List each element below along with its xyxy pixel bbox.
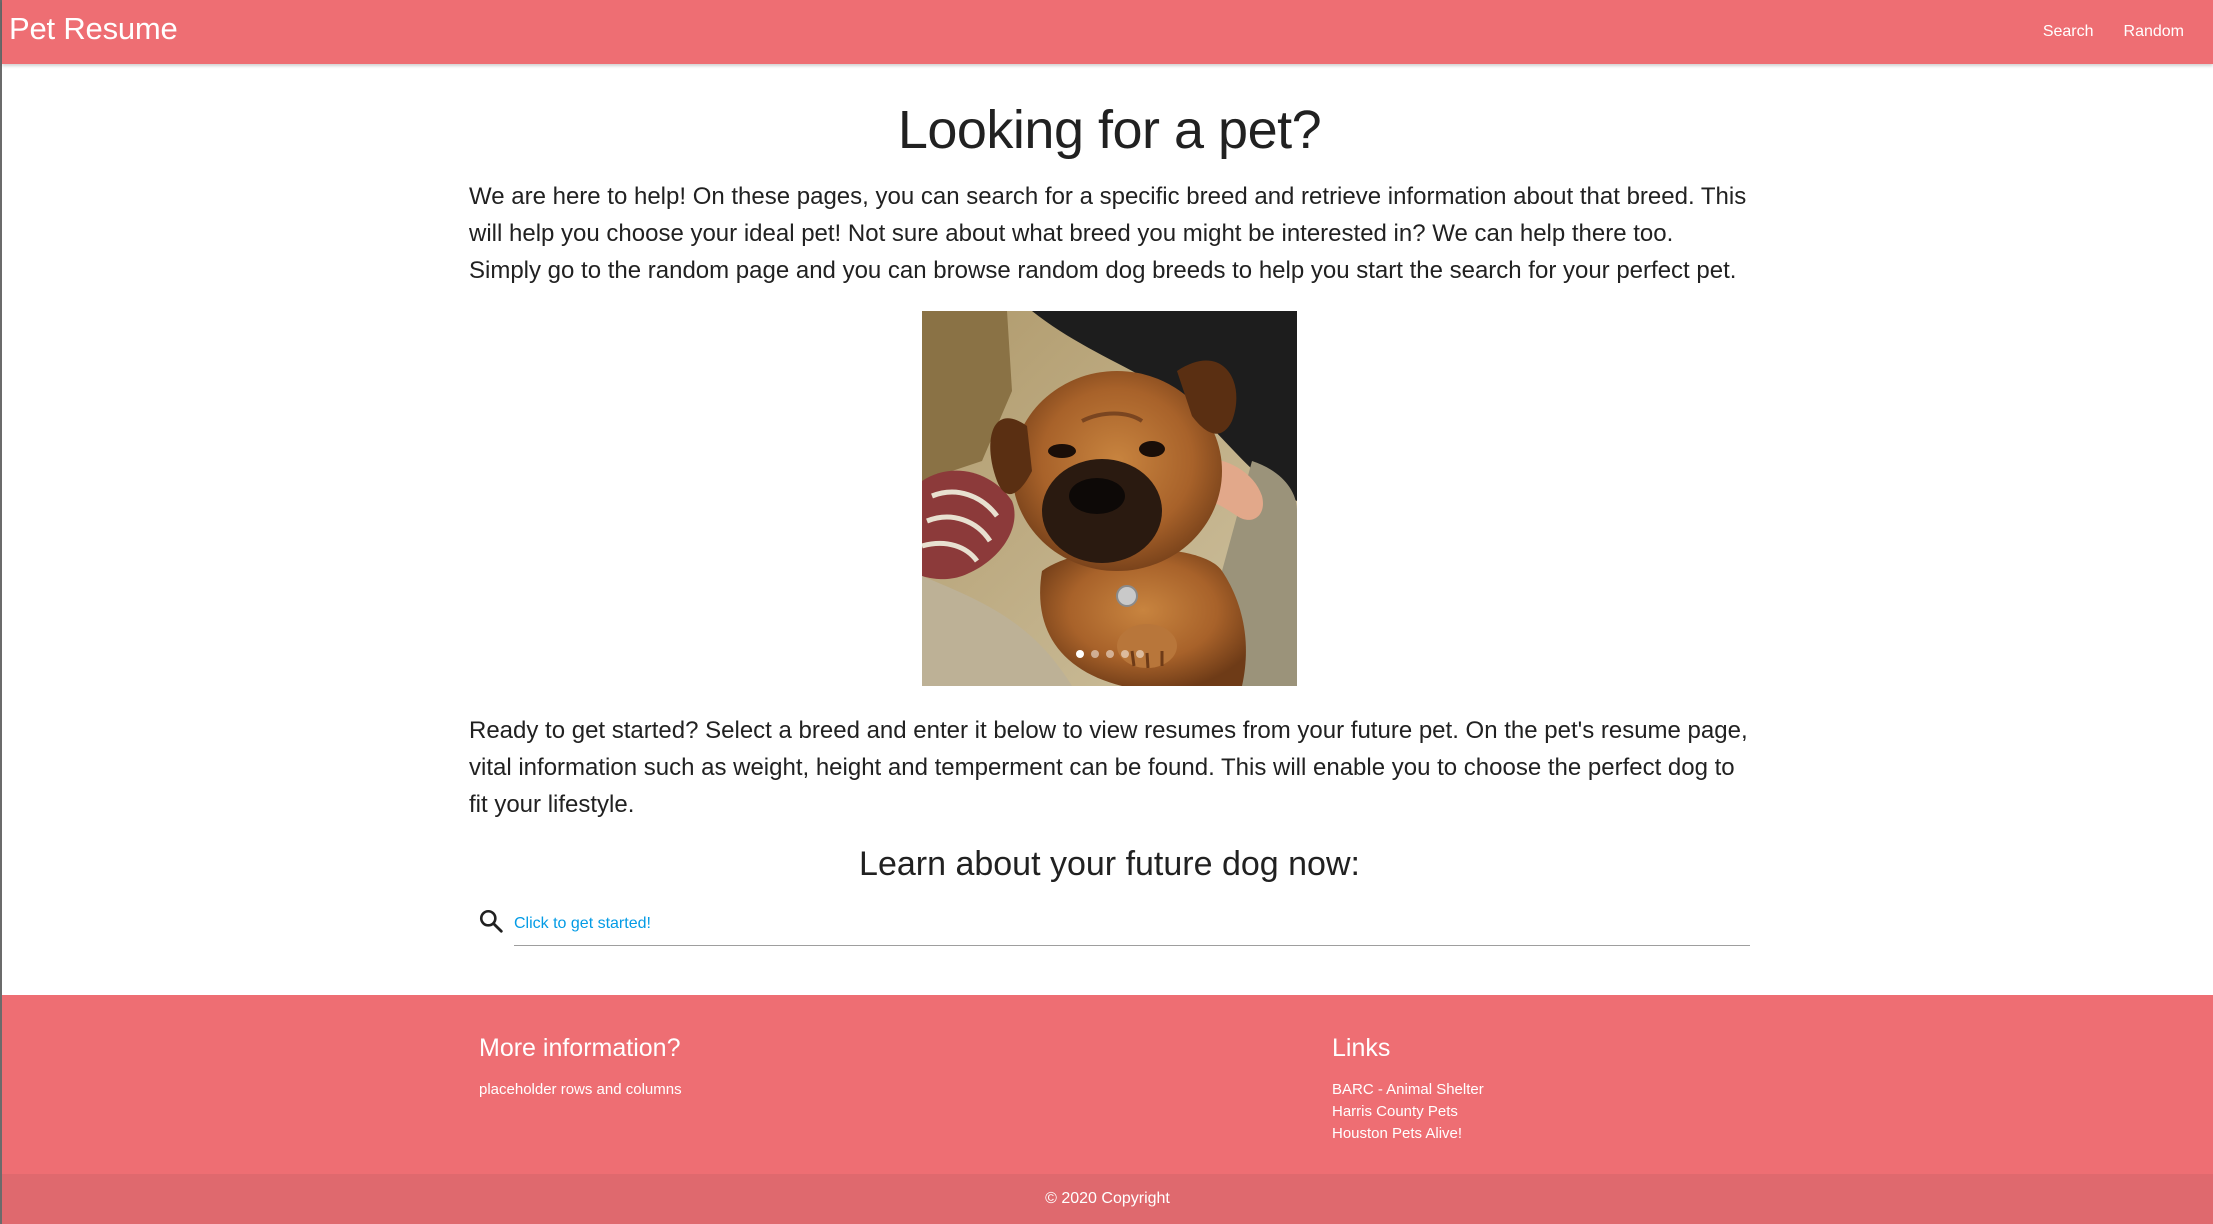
- list-item: Houston Pets Alive!: [1332, 1123, 1484, 1145]
- carousel-dot[interactable]: [1105, 650, 1114, 658]
- list-item: Harris County Pets: [1332, 1101, 1484, 1123]
- brand-logo[interactable]: Pet Resume: [9, 11, 178, 47]
- footer-info-heading: More information?: [479, 1034, 681, 1062]
- footer-links-column: Links BARC - Animal Shelter Harris Count…: [1332, 1031, 1484, 1145]
- nav-link-search[interactable]: Search: [2028, 23, 2109, 41]
- copyright-bar: © 2020 Copyright: [2, 1174, 2213, 1224]
- carousel-dot[interactable]: [1120, 650, 1129, 658]
- list-item: BARC - Animal Shelter: [1332, 1079, 1484, 1101]
- image-carousel[interactable]: [922, 311, 1297, 686]
- footer-link-harris-county[interactable]: Harris County Pets: [1332, 1103, 1458, 1120]
- main-content: Looking for a pet? We are here to help! …: [469, 64, 1750, 947]
- page-title: Looking for a pet?: [897, 100, 1322, 160]
- search-icon: [479, 909, 503, 933]
- carousel-dot[interactable]: [1075, 650, 1084, 658]
- footer-link-houston-pets[interactable]: Houston Pets Alive!: [1332, 1125, 1462, 1142]
- ready-paragraph: Ready to get started? Select a breed and…: [469, 717, 1748, 818]
- breed-search-input[interactable]: [514, 903, 1750, 946]
- navbar: Pet Resume Search Random: [2, 0, 2213, 64]
- footer-links-list: BARC - Animal Shelter Harris County Pets…: [1332, 1079, 1484, 1145]
- footer-links-heading: Links: [1332, 1034, 1391, 1062]
- learn-heading: Learn about your future dog now:: [859, 845, 1360, 883]
- carousel-indicators: [922, 650, 1297, 658]
- nav-link-random[interactable]: Random: [2109, 23, 2199, 41]
- carousel-dot[interactable]: [1135, 650, 1144, 658]
- carousel-dot[interactable]: [1090, 650, 1099, 658]
- footer-info-column: More information? placeholder rows and c…: [479, 1031, 682, 1101]
- puppy-photo: [922, 311, 1297, 686]
- search-row: [469, 903, 1750, 947]
- intro-paragraph: We are here to help! On these pages, you…: [469, 183, 1747, 284]
- nav-links: Search Random: [2028, 0, 2199, 64]
- page: Pet Resume Search Random Looking for a p…: [0, 0, 2213, 1224]
- footer: More information? placeholder rows and c…: [2, 995, 2213, 1224]
- footer-info-text: placeholder rows and columns: [479, 1081, 682, 1098]
- footer-link-barc[interactable]: BARC - Animal Shelter: [1332, 1081, 1484, 1098]
- copyright-text: © 2020 Copyright: [1045, 1190, 1170, 1207]
